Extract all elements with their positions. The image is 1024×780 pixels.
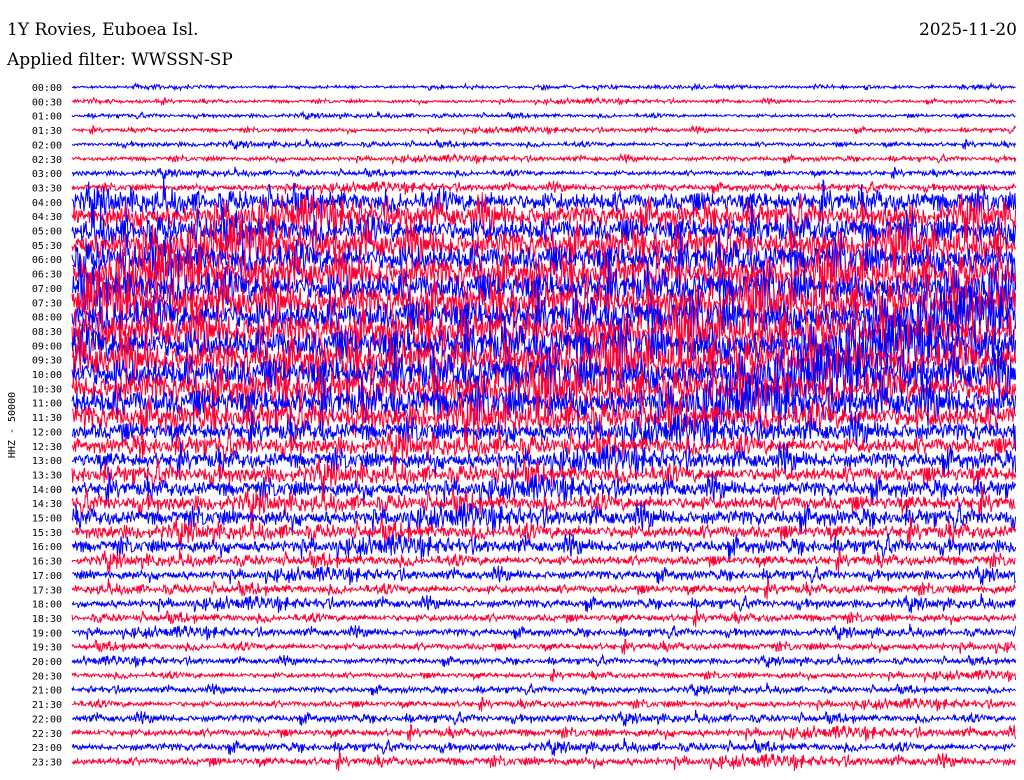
time-label: 10:30 — [32, 384, 62, 395]
time-label: 22:00 — [32, 714, 62, 725]
time-label: 11:30 — [32, 413, 62, 424]
trace-1830 — [71, 609, 1017, 627]
time-label: 00:30 — [32, 97, 62, 108]
time-label: 12:00 — [32, 427, 62, 438]
time-label: 09:30 — [32, 356, 62, 367]
trace-0230 — [71, 152, 1017, 165]
trace-0030 — [71, 96, 1016, 107]
time-label: 17:00 — [32, 571, 62, 582]
time-label: 18:00 — [32, 600, 62, 611]
time-label: 04:00 — [32, 198, 62, 209]
time-label: 19:30 — [32, 643, 62, 654]
time-label: 01:30 — [32, 126, 62, 137]
time-label: 10:00 — [32, 370, 62, 381]
time-label: 22:30 — [32, 729, 62, 740]
time-label: 17:30 — [32, 585, 62, 596]
trace-0300 — [71, 166, 1017, 180]
trace-0200 — [71, 138, 1017, 150]
trace-0130 — [71, 124, 1017, 136]
time-label: 16:30 — [32, 557, 62, 568]
trace-1900 — [71, 623, 1017, 641]
time-label: 01:00 — [32, 112, 62, 123]
trace-0000 — [71, 81, 1016, 92]
time-label: 19:00 — [32, 628, 62, 639]
time-label: 02:00 — [32, 140, 62, 151]
time-label: 14:00 — [32, 485, 62, 496]
time-label: 21:30 — [32, 700, 62, 711]
time-label: 07:00 — [32, 284, 62, 295]
helicorder-plot: 00:00 00:30 01:00 01:30 02:00 02:30 03:00 03:30… — [7, 81, 1017, 772]
time-label: 06:30 — [32, 270, 62, 281]
time-label: 13:30 — [32, 470, 62, 481]
date-label: 2025-11-20 — [918, 20, 1017, 40]
trace-0100 — [71, 110, 1016, 121]
time-label: 12:30 — [32, 442, 62, 453]
time-label: 03:30 — [32, 183, 62, 194]
trace-2100 — [71, 682, 1016, 697]
trace-2330 — [71, 751, 1017, 772]
time-label: 23:00 — [32, 743, 62, 754]
time-label: 11:00 — [32, 399, 62, 410]
time-label: 09:00 — [32, 341, 62, 352]
trace-2300 — [71, 737, 1016, 757]
trace-1800 — [71, 593, 1017, 614]
trace-0330 — [71, 180, 1017, 195]
time-label: 08:00 — [32, 313, 62, 324]
trace-2030 — [71, 668, 1017, 684]
time-label: 20:00 — [32, 657, 62, 668]
time-label: 05:00 — [32, 227, 62, 238]
trace-2000 — [71, 653, 1017, 668]
time-label: 02:30 — [32, 155, 62, 166]
time-label: 23:30 — [32, 757, 62, 768]
time-label: 03:00 — [32, 169, 62, 180]
time-label: 20:30 — [32, 671, 62, 682]
y-axis-label: HHZ - 50000 — [7, 392, 18, 458]
time-label: 00:00 — [32, 83, 62, 94]
time-label: 07:30 — [32, 298, 62, 309]
time-labels: 00:00 00:30 01:00 01:30 02:00 02:30 03:00 03:30… — [32, 83, 62, 768]
time-label: 05:30 — [32, 241, 62, 252]
time-label: 06:00 — [32, 255, 62, 266]
trace-1630 — [71, 547, 1016, 573]
trace-2130 — [71, 696, 1017, 712]
time-label: 15:30 — [32, 528, 62, 539]
time-label: 15:00 — [32, 514, 62, 525]
time-label: 13:00 — [32, 456, 62, 467]
time-label: 18:30 — [32, 614, 62, 625]
trace-2230 — [71, 723, 1017, 742]
trace-1730 — [71, 578, 1017, 600]
traces-layer — [71, 81, 1017, 772]
station-title: 1Y Rovies, Euboea Isl. — [7, 20, 199, 40]
time-label: 16:00 — [32, 542, 62, 553]
trace-1930 — [71, 638, 1017, 655]
filter-label: Applied filter: WWSSN-SP — [7, 50, 233, 70]
time-label: 14:30 — [32, 499, 62, 510]
time-label: 08:30 — [32, 327, 62, 338]
time-label: 04:30 — [32, 212, 62, 223]
trace-2200 — [71, 709, 1017, 727]
time-label: 21:00 — [32, 686, 62, 697]
